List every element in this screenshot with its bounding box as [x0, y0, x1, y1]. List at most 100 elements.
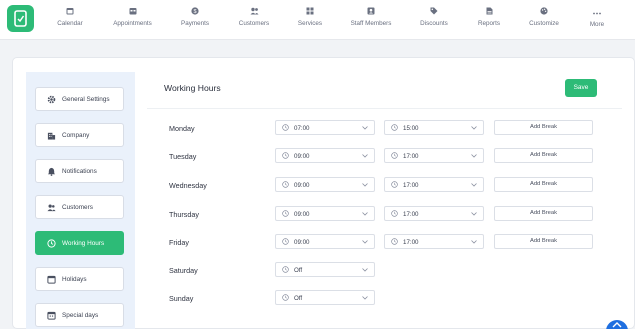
nav-more[interactable]: More	[586, 8, 608, 32]
svg-text:$: $	[193, 9, 196, 15]
bell-icon	[47, 167, 56, 176]
nav-reports[interactable]: Reports	[475, 7, 503, 31]
add-break-button[interactable]: Add Break	[494, 120, 593, 135]
nav-calendar[interactable]: Calendar	[52, 7, 88, 31]
start-time-select[interactable]: Off	[275, 262, 375, 277]
select-value: 09:00	[294, 211, 310, 218]
clock-icon	[282, 266, 289, 273]
sidebar-item-customers[interactable]: Customers	[35, 195, 124, 219]
nav-label: Staff Members	[350, 20, 392, 27]
select-value: 17:00	[403, 211, 419, 218]
customers-icon	[236, 7, 272, 17]
clock-icon	[391, 210, 398, 217]
start-time-select[interactable]: 09:00	[275, 234, 375, 249]
sidebar-item-label: Notifications	[62, 168, 97, 175]
logo-icon	[14, 10, 27, 27]
end-time-select[interactable]: 17:00	[384, 206, 484, 221]
select-value: 17:00	[403, 239, 419, 246]
gear-icon	[47, 95, 56, 104]
clock-icon	[391, 238, 398, 245]
clock-icon	[282, 210, 289, 217]
staff-icon	[348, 7, 394, 17]
start-time-select[interactable]: 09:00	[275, 206, 375, 221]
end-time-select[interactable]: 17:00	[384, 177, 484, 192]
select-value: Off	[294, 295, 303, 302]
nav-label: Customers	[238, 20, 270, 27]
sidebar-item-label: Customers	[62, 204, 93, 211]
chevron-down-icon	[362, 240, 368, 244]
chevron-down-icon	[362, 268, 368, 272]
payments-icon: $	[178, 7, 212, 17]
add-break-button[interactable]: Add Break	[494, 177, 593, 192]
chevron-down-icon	[362, 183, 368, 187]
calendar-icon	[52, 7, 88, 17]
clock-icon	[282, 294, 289, 301]
sidebar-item-holidays[interactable]: Holidays	[35, 267, 124, 291]
chevron-down-icon	[471, 240, 477, 244]
chevron-down-icon	[471, 212, 477, 216]
start-time-select[interactable]: 09:00	[275, 177, 375, 192]
sidebar-item-general-settings[interactable]: General Settings	[35, 87, 124, 111]
clock-icon	[282, 238, 289, 245]
sidebar-item-label: Holidays	[62, 276, 87, 283]
chevron-down-icon	[471, 183, 477, 187]
clock-icon	[282, 152, 289, 159]
discount-tag-icon	[418, 7, 450, 17]
nav-customers[interactable]: Customers	[236, 7, 272, 31]
building-icon	[47, 132, 56, 140]
add-break-button[interactable]: Add Break	[494, 148, 593, 163]
chevron-down-icon	[362, 126, 368, 130]
nav-discounts[interactable]: Discounts	[418, 7, 450, 31]
chevron-down-icon	[362, 296, 368, 300]
appointments-icon	[110, 7, 155, 17]
more-dots-icon	[586, 8, 608, 18]
end-time-select[interactable]: 15:00	[384, 120, 484, 135]
nav-label: Calendar	[57, 20, 83, 27]
select-value: 07:00	[294, 125, 310, 132]
chevron-down-icon	[471, 126, 477, 130]
chevron-down-icon	[471, 154, 477, 158]
reports-icon	[475, 7, 503, 17]
day-label: Friday	[169, 238, 189, 247]
add-break-button[interactable]: Add Break	[494, 206, 593, 221]
day-label: Monday	[169, 124, 195, 133]
clock-icon	[391, 152, 398, 159]
nav-payments[interactable]: $ Payments	[178, 7, 212, 31]
start-time-select[interactable]: 09:00	[275, 148, 375, 163]
add-break-button[interactable]: Add Break	[494, 234, 593, 249]
sidebar-item-working-hours[interactable]: Working Hours	[35, 231, 124, 255]
chevron-down-icon	[362, 154, 368, 158]
page-title: Working Hours	[164, 83, 221, 93]
customers-icon	[47, 204, 56, 212]
sidebar-item-label: General Settings	[62, 96, 110, 103]
day-label: Saturday	[169, 266, 198, 275]
nav-staff-members[interactable]: Staff Members	[348, 7, 394, 31]
day-label: Thursday	[169, 210, 199, 219]
select-value: 09:00	[294, 182, 310, 189]
select-value: 15:00	[403, 125, 419, 132]
end-time-select[interactable]: 17:00	[384, 234, 484, 249]
app-logo[interactable]	[7, 5, 34, 32]
sidebar-item-label: Special days	[62, 312, 99, 319]
select-value: 17:00	[403, 153, 419, 160]
nav-customize[interactable]: Customize	[526, 7, 562, 31]
sidebar-item-special-days[interactable]: Special days	[35, 303, 124, 327]
chat-icon	[612, 322, 622, 328]
start-time-select[interactable]: Off	[275, 290, 375, 305]
nav-label: Customize	[529, 20, 559, 27]
nav-services[interactable]: Services	[296, 7, 324, 31]
select-value: Off	[294, 267, 303, 274]
day-label: Sunday	[169, 294, 194, 303]
start-time-select[interactable]: 07:00	[275, 120, 375, 135]
clock-icon	[282, 124, 289, 131]
select-value: 09:00	[294, 153, 310, 160]
save-button[interactable]: Save	[565, 79, 597, 97]
chevron-down-icon	[362, 212, 368, 216]
sidebar-item-company[interactable]: Company	[35, 123, 124, 147]
sidebar-item-label: Working Hours	[62, 240, 105, 247]
top-navigation-bar: Calendar Appointments $ Payments Custome…	[0, 0, 635, 40]
nav-appointments[interactable]: Appointments	[110, 7, 155, 31]
sidebar-item-notifications[interactable]: Notifications	[35, 159, 124, 183]
end-time-select[interactable]: 17:00	[384, 148, 484, 163]
select-value: 09:00	[294, 239, 310, 246]
